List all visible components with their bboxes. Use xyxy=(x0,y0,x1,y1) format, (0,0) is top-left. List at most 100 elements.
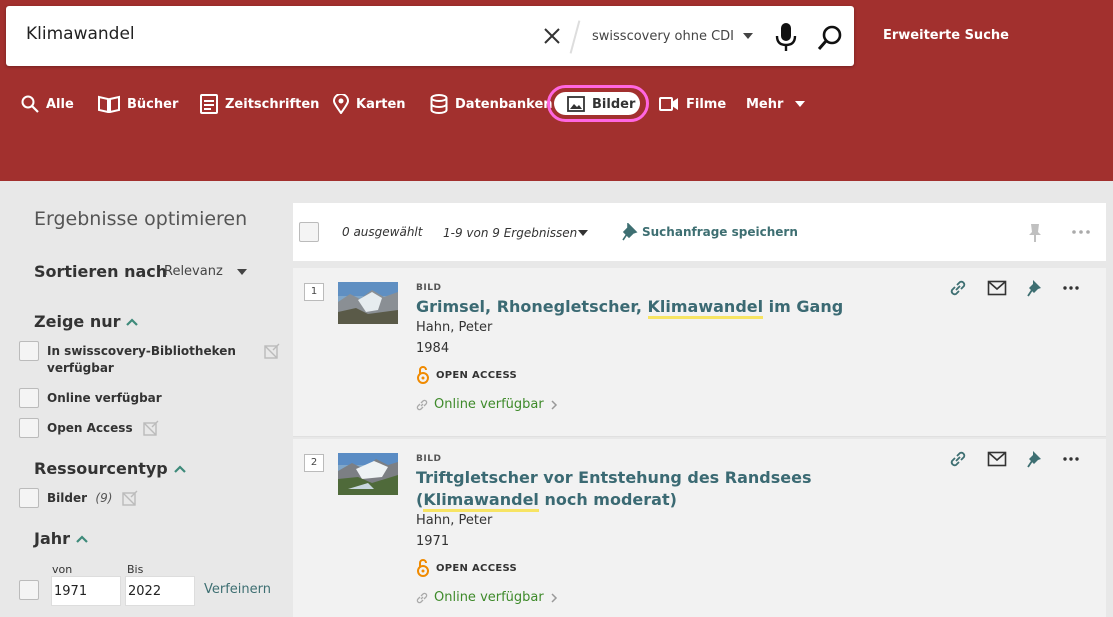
email-icon[interactable] xyxy=(987,280,1007,296)
facet-checkbox[interactable] xyxy=(19,388,39,408)
search-icon[interactable] xyxy=(816,24,844,52)
nav-item-buecher[interactable]: Bücher xyxy=(98,92,178,116)
chevron-down-icon[interactable] xyxy=(795,101,805,107)
nav-item-filme[interactable]: Filme xyxy=(659,92,726,116)
chevron-up-icon xyxy=(173,464,186,473)
title-text: noch moderat) xyxy=(538,490,677,509)
close-icon[interactable] xyxy=(542,26,562,46)
results-toolbar: 0 ausgewählt 1-9 von 9 Ergebnissen Sucha… xyxy=(293,203,1106,261)
result-year: 1984 xyxy=(416,341,450,356)
facet-show-only-header[interactable]: Zeige nur xyxy=(34,312,139,331)
title-text: Grimsel, Rhonegletscher, xyxy=(416,297,648,316)
nav-label: Mehr xyxy=(746,96,784,112)
link-icon xyxy=(416,592,428,603)
result-thumbnail[interactable] xyxy=(338,282,398,324)
chevron-down-icon[interactable] xyxy=(237,269,247,275)
facet-count: (9) xyxy=(95,491,113,505)
chevron-right-icon xyxy=(551,592,557,603)
pin-icon[interactable] xyxy=(1028,223,1042,243)
nav-label: Karten xyxy=(356,96,406,112)
facet-checkbox[interactable] xyxy=(19,341,39,361)
nav-item-karten[interactable]: Karten xyxy=(333,92,406,116)
year-from-input[interactable]: 1971 xyxy=(51,576,121,606)
facet-title: Ressourcentyp xyxy=(34,459,168,478)
sort-label: Sortieren nach xyxy=(34,262,168,281)
nav-label: Zeitschriften xyxy=(225,96,320,112)
pin-icon[interactable] xyxy=(1027,279,1043,297)
sidebar: Ergebnisse optimieren Sortieren nach Rel… xyxy=(0,181,287,617)
facet-year-header[interactable]: Jahr xyxy=(34,529,88,548)
result-thumbnail[interactable] xyxy=(338,453,398,495)
facet-label: Bilder (9) xyxy=(47,490,112,507)
online-label: Online verfügbar xyxy=(434,397,544,412)
search-input[interactable]: Klimawandel xyxy=(26,24,135,44)
result-item[interactable]: 2 BILD Triftgletscher vor Entstehung des… xyxy=(293,439,1106,617)
open-access-label: OPEN ACCESS xyxy=(436,562,518,574)
microphone-icon[interactable] xyxy=(774,22,798,52)
nav-item-alle[interactable]: Alle xyxy=(21,92,74,116)
nav-item-mehr[interactable]: Mehr xyxy=(746,92,783,116)
result-author: Hahn, Peter xyxy=(416,513,493,528)
year-from-label: von xyxy=(52,563,73,576)
result-author: Hahn, Peter xyxy=(416,320,493,335)
link-icon xyxy=(416,399,428,410)
document-icon xyxy=(200,94,218,114)
result-year: 1971 xyxy=(416,534,450,549)
more-icon[interactable] xyxy=(1063,457,1079,461)
link-icon[interactable] xyxy=(949,279,967,297)
search-scope-select[interactable]: swisscovery ohne CDI xyxy=(592,29,734,44)
search-icon xyxy=(21,95,39,113)
save-query-label: Suchanfrage speichern xyxy=(642,225,798,239)
save-query-button[interactable]: Suchanfrage speichern xyxy=(622,223,798,241)
book-icon xyxy=(98,95,120,113)
result-number[interactable]: 2 xyxy=(304,454,324,472)
nav-item-datenbanken[interactable]: Datenbanken xyxy=(430,92,553,116)
exclude-icon[interactable] xyxy=(122,490,138,506)
facet-resource-type-header[interactable]: Ressourcentyp xyxy=(34,459,186,478)
results-count-select[interactable]: 1-9 von 9 Ergebnissen xyxy=(443,226,577,240)
nav-item-bilder[interactable]: Bilder xyxy=(567,92,635,116)
open-access-label: OPEN ACCESS xyxy=(436,369,518,381)
nav-label: Datenbanken xyxy=(455,96,553,112)
result-item[interactable]: 1 BILD Grimsel, Rhonegletscher, Klimawan… xyxy=(293,268,1106,437)
nav-label: Filme xyxy=(686,96,727,112)
more-icon[interactable] xyxy=(1063,286,1079,290)
database-icon xyxy=(430,94,448,114)
header: Klimawandel swisscovery ohne CDI Erweite… xyxy=(0,0,1113,181)
online-available-link[interactable]: Online verfügbar xyxy=(416,590,558,605)
exclude-icon[interactable] xyxy=(264,343,280,359)
open-lock-icon xyxy=(417,366,429,384)
result-actions xyxy=(949,450,1079,468)
result-type: BILD xyxy=(416,283,442,293)
nav-label: Bilder xyxy=(592,96,636,112)
result-title-link[interactable]: Triftgletscher vor Entstehung des Randse… xyxy=(416,467,916,512)
online-label: Online verfügbar xyxy=(434,590,544,605)
open-access-badge: OPEN ACCESS xyxy=(416,559,517,577)
advanced-search-link[interactable]: Erweiterte Suche xyxy=(883,28,1009,43)
chevron-right-icon xyxy=(551,399,557,410)
more-icon[interactable] xyxy=(1072,230,1090,234)
result-number[interactable]: 1 xyxy=(304,283,324,301)
select-all-checkbox[interactable] xyxy=(299,222,319,242)
year-checkbox[interactable] xyxy=(19,580,39,600)
result-title-link[interactable]: Grimsel, Rhonegletscher, Klimawandel im … xyxy=(416,296,916,319)
search-box[interactable]: Klimawandel swisscovery ohne CDI xyxy=(6,6,854,66)
sort-select[interactable]: Relevanz xyxy=(164,264,223,279)
facet-label: Online verfügbar xyxy=(47,391,162,405)
nav-item-zeitschriften[interactable]: Zeitschriften xyxy=(200,92,319,116)
result-actions xyxy=(949,279,1079,297)
year-to-label: Bis xyxy=(127,563,144,576)
title-text: im Gang xyxy=(763,297,844,316)
facet-checkbox[interactable] xyxy=(19,418,39,438)
facet-checkbox[interactable] xyxy=(19,488,39,508)
chevron-down-icon[interactable] xyxy=(743,33,753,39)
email-icon[interactable] xyxy=(987,451,1007,467)
exclude-icon[interactable] xyxy=(143,420,159,436)
year-to-input[interactable]: 2022 xyxy=(125,576,195,606)
open-access-badge: OPEN ACCESS xyxy=(416,366,517,384)
pin-icon[interactable] xyxy=(1027,450,1043,468)
link-icon[interactable] xyxy=(949,450,967,468)
online-available-link[interactable]: Online verfügbar xyxy=(416,397,558,412)
chevron-down-icon[interactable] xyxy=(578,230,588,236)
refine-button[interactable]: Verfeinern xyxy=(204,582,271,597)
